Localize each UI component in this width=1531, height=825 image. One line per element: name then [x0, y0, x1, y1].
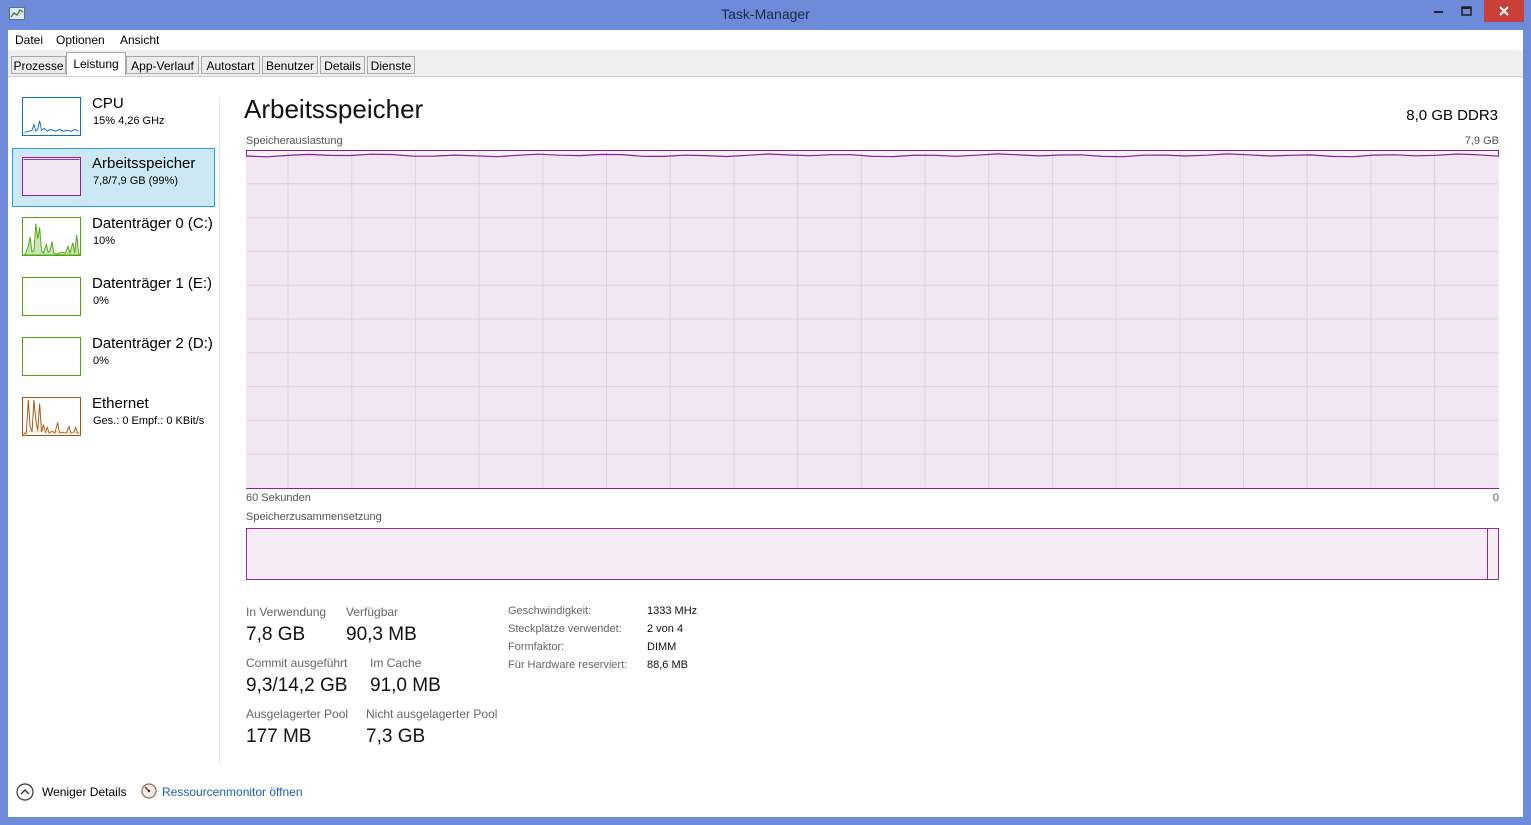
commit-value: 9,3/14,2 GB — [246, 675, 348, 696]
cpu-thumbnail — [22, 97, 81, 136]
sidebar-item-sublabel: 0% — [93, 295, 109, 307]
tab-app-verlauf[interactable]: App-Verlauf — [126, 56, 199, 74]
menu-datei[interactable]: Datei — [15, 33, 43, 47]
ethernet-thumbnail — [22, 397, 81, 436]
window-title: Task-Manager — [721, 6, 810, 22]
page-title: Arbeitsspeicher — [244, 94, 424, 124]
form-factor-value: DIMM — [647, 641, 677, 653]
composition-separator — [1487, 529, 1488, 579]
cached-label: Im Cache — [370, 656, 422, 670]
memory-type: 8,0 GB DDR3 — [1406, 107, 1498, 124]
sidebar-item-sublabel: Ges.: 0 Empf.: 0 KBit/s — [93, 415, 205, 427]
available-value: 90,3 MB — [346, 624, 417, 645]
maximize-button[interactable] — [1452, 0, 1482, 22]
sidebar-item-datentraeger-1[interactable]: Datenträger 1 (E:) 0% — [12, 268, 215, 327]
usage-graph-label: Speicherauslastung — [246, 135, 343, 147]
fewer-details-button[interactable]: Weniger Details — [42, 785, 126, 799]
sidebar-item-label: CPU — [92, 95, 124, 112]
tab-strip: Prozesse Leistung App-Verlauf Autostart … — [8, 50, 1523, 77]
disk-0-thumbnail — [22, 217, 81, 256]
available-label: Verfügbar — [346, 605, 399, 619]
nonpaged-pool-label: Nicht ausgelagerter Pool — [366, 707, 498, 721]
minimize-icon — [1434, 11, 1443, 13]
tab-autostart[interactable]: Autostart — [201, 56, 260, 74]
client-area: Datei Optionen Ansicht Prozesse Leistung… — [8, 30, 1523, 817]
cached-value: 91,0 MB — [370, 675, 441, 696]
sidebar-item-label: Datenträger 1 (E:) — [92, 275, 213, 292]
hw-reserved-value: 88,6 MB — [647, 659, 688, 671]
commit-label: Commit ausgeführt — [246, 656, 348, 670]
sidebar-item-arbeitsspeicher[interactable]: Arbeitsspeicher 7,8/7,9 GB (99%) — [12, 148, 215, 207]
open-resource-monitor-link[interactable]: Ressourcenmonitor öffnen — [162, 785, 303, 799]
sidebar-item-label: Arbeitsspeicher — [92, 155, 196, 172]
tab-leistung[interactable]: Leistung — [66, 52, 126, 76]
sidebar-item-datentraeger-0[interactable]: Datenträger 0 (C:) 10% — [12, 208, 215, 267]
sidebar-item-sublabel: 10% — [93, 235, 116, 247]
slots-label: Steckplätze verwendet: — [508, 623, 622, 635]
speed-value: 1333 MHz — [647, 605, 698, 617]
paged-pool-value: 177 MB — [246, 726, 312, 747]
menu-bar: Datei Optionen Ansicht — [8, 30, 1523, 50]
sidebar-item-label: Datenträger 0 (C:) — [92, 215, 213, 232]
sidebar-item-sublabel: 0% — [93, 355, 109, 367]
composition-label: Speicherzusammensetzung — [246, 511, 382, 523]
memory-composition-bar — [246, 528, 1499, 580]
paged-pool-label: Ausgelagerter Pool — [246, 707, 349, 721]
in-use-value: 7,8 GB — [246, 624, 306, 645]
sidebar-item-cpu[interactable]: CPU 15% 4,26 GHz — [12, 88, 215, 147]
disk-1-thumbnail — [22, 277, 81, 316]
usage-graph-max: 7,9 GB — [1464, 135, 1499, 147]
tab-details[interactable]: Details — [320, 56, 365, 74]
sidebar-item-datentraeger-2[interactable]: Datenträger 2 (D:) 0% — [12, 328, 215, 387]
minimize-button[interactable] — [1424, 0, 1454, 22]
sidebar-item-sublabel: 15% 4,26 GHz — [93, 115, 165, 127]
hw-reserved-label: Für Hardware reserviert: — [508, 659, 628, 671]
title-bar[interactable]: Task-Manager — [0, 0, 1531, 30]
form-factor-label: Formfaktor: — [508, 641, 565, 653]
sidebar-divider[interactable] — [219, 98, 220, 764]
sidebar-item-ethernet[interactable]: Ethernet Ges.: 0 Empf.: 0 KBit/s — [12, 388, 215, 447]
menu-ansicht[interactable]: Ansicht — [120, 33, 159, 47]
chevron-up-circle-icon[interactable] — [16, 783, 34, 801]
menu-optionen[interactable]: Optionen — [56, 33, 105, 47]
tab-benutzer[interactable]: Benutzer — [262, 56, 318, 74]
time-axis-right: 0 — [1492, 492, 1499, 504]
disk-2-thumbnail — [22, 337, 81, 376]
resource-monitor-icon — [141, 783, 157, 799]
tab-prozesse[interactable]: Prozesse — [11, 56, 66, 74]
close-button[interactable] — [1484, 0, 1524, 22]
memory-thumbnail — [22, 157, 81, 196]
speed-label: Geschwindigkeit: — [508, 605, 592, 617]
tab-dienste[interactable]: Dienste — [367, 56, 415, 74]
in-use-label: In Verwendung — [246, 605, 327, 619]
sidebar-item-label: Ethernet — [92, 395, 149, 412]
slots-value: 2 von 4 — [647, 623, 684, 635]
sidebar-item-sublabel: 7,8/7,9 GB (99%) — [93, 175, 178, 187]
sidebar-item-label: Datenträger 2 (D:) — [92, 335, 213, 352]
maximize-icon — [1461, 6, 1472, 16]
nonpaged-pool-value: 7,3 GB — [366, 726, 426, 747]
memory-usage-graph — [246, 150, 1499, 489]
time-axis-left: 60 Sekunden — [246, 492, 311, 504]
close-icon — [1499, 6, 1509, 16]
